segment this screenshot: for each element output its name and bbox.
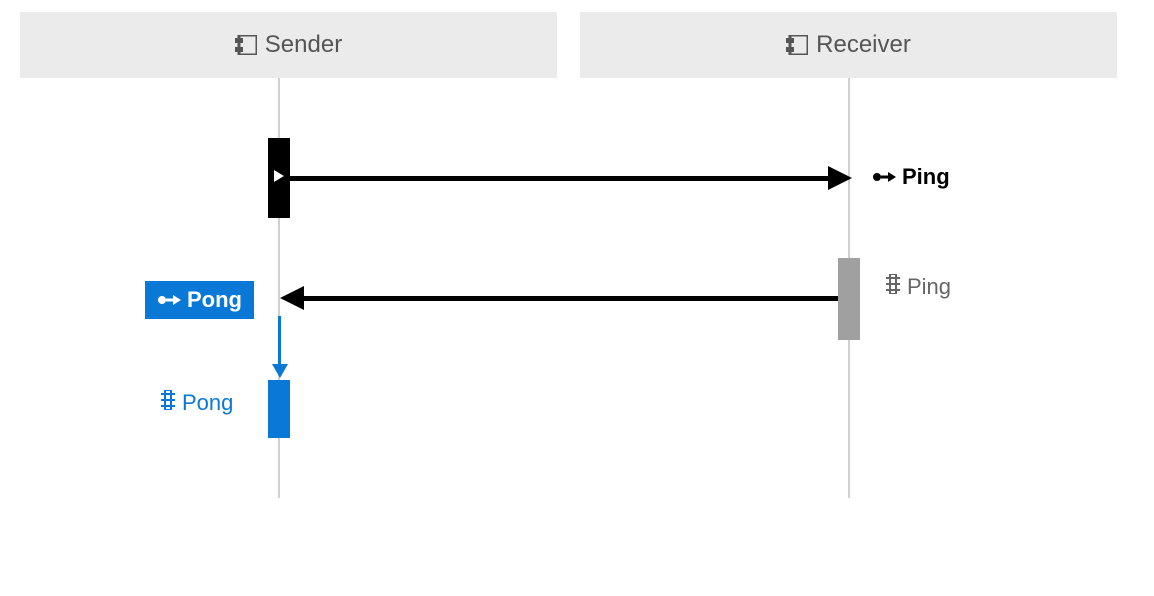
message-text: Pong: [187, 287, 242, 313]
arrow-head-icon: [828, 166, 852, 195]
message-icon: [157, 287, 181, 313]
message-text: Ping: [902, 164, 950, 190]
arrow-head-icon: [280, 286, 304, 315]
play-icon: [274, 169, 284, 187]
lifeline-label: Sender: [265, 31, 342, 59]
lifeline-label: Receiver: [816, 31, 911, 59]
message-label-ping-recv: Ping: [885, 274, 951, 300]
message-label-ping-send: Ping: [872, 164, 950, 190]
message-label-pong-send: Pong: [145, 281, 254, 319]
stack-icon: [160, 390, 176, 416]
message-text: Ping: [907, 274, 951, 300]
message-arrow-ping: [290, 176, 830, 181]
message-arrow-pong: [302, 296, 838, 301]
activation-sender-recv: [268, 380, 290, 438]
self-arrow: [278, 316, 281, 370]
sequence-diagram: Sender Receiver: [0, 0, 1154, 596]
activation-receiver: [838, 258, 860, 340]
message-text: Pong: [182, 390, 233, 416]
lifeline-header-sender: Sender: [20, 12, 557, 78]
component-icon: [235, 35, 257, 55]
component-icon: [786, 35, 808, 55]
activation-sender-send: [268, 138, 290, 218]
lifeline-header-receiver: Receiver: [580, 12, 1117, 78]
message-icon: [872, 164, 896, 190]
message-label-pong-recv: Pong: [160, 390, 233, 416]
stack-icon: [885, 274, 901, 300]
